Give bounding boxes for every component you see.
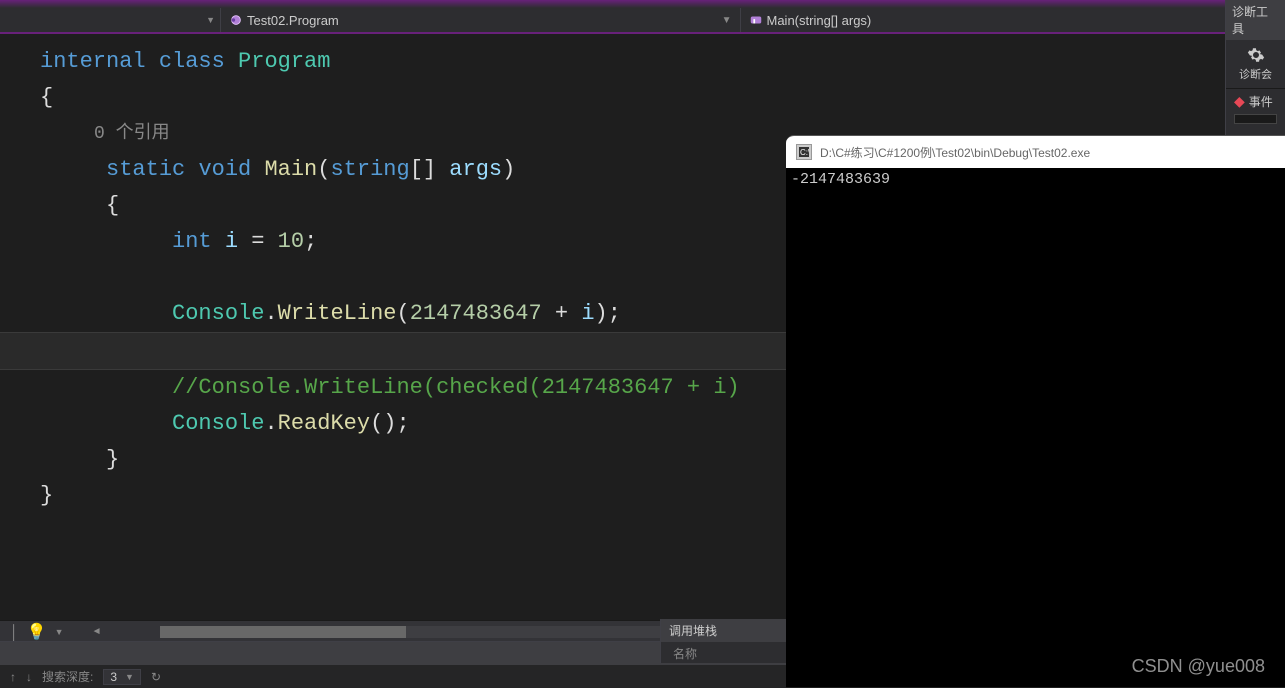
type-console: Console — [172, 301, 264, 326]
diagnostics-title: 诊断工具 — [1226, 0, 1285, 40]
class-icon — [229, 13, 243, 27]
console-output: -2147483639 — [786, 168, 1285, 191]
code-editor[interactable]: internal class Program { 0 个引用 static vo… — [0, 34, 786, 624]
callstack-panel: 调用堆栈 名称 — [660, 619, 786, 663]
keyword-static: static — [106, 157, 185, 182]
diamond-icon: ◆ — [1234, 93, 1245, 110]
brace-open: { — [40, 85, 53, 110]
type-string: string — [330, 157, 409, 182]
method-writeline: WriteLine — [278, 301, 397, 326]
literal-10: 10 — [278, 229, 304, 254]
scrollbar-thumb[interactable] — [160, 626, 407, 638]
chevron-down-icon[interactable]: ▼ — [206, 15, 215, 25]
keyword-int: int — [172, 229, 212, 254]
callstack-title[interactable]: 调用堆栈 — [661, 619, 786, 642]
search-depth-value: 3 — [110, 670, 117, 684]
watermark: CSDN @yue008 — [1132, 656, 1265, 677]
keyword-void: void — [198, 157, 251, 182]
current-line-highlight — [0, 332, 826, 370]
chevron-down-icon: ▼ — [125, 672, 134, 682]
method-icon — [749, 13, 763, 27]
keyword-class: class — [159, 49, 225, 74]
search-depth-label: 搜索深度: — [42, 668, 93, 685]
refresh-icon[interactable]: ↻ — [151, 670, 161, 684]
type-program: Program — [238, 49, 330, 74]
method-main: Main — [264, 157, 317, 182]
method-dropdown-label: Main(string[] args) — [767, 13, 872, 28]
nav-forward-icon[interactable]: ↓ — [26, 670, 32, 684]
lightbulb-icon[interactable]: 💡 — [27, 622, 47, 642]
diagnostics-session-label: 诊断会 — [1239, 66, 1272, 82]
comment-line: //Console.WriteLine(checked(2147483647 +… — [172, 375, 740, 400]
diagnostics-panel: 诊断工具 诊断会 ◆ 事件 — [1225, 0, 1285, 135]
console-titlebar[interactable]: C:\ D:\C#练习\C#1200例\Test02\bin\Debug\Tes… — [786, 136, 1285, 168]
nav-bar: ▼ Test02.Program ▼ Main(string[] args) ▼ — [0, 8, 1285, 34]
method-dropdown[interactable]: Main(string[] args) ▼ — [740, 8, 1260, 32]
chevron-down-icon[interactable]: ▼ — [55, 627, 64, 637]
literal-maxint: 2147483647 — [410, 301, 542, 326]
gear-icon[interactable] — [1247, 46, 1265, 64]
callstack-column-name: 名称 — [661, 642, 786, 665]
class-dropdown[interactable]: Test02.Program ▼ — [220, 8, 740, 32]
codelens-references[interactable]: 0 个引用 — [94, 124, 170, 144]
scroll-left-icon[interactable]: ◄ — [92, 626, 102, 637]
divider-icon: │ — [10, 624, 19, 640]
console-title-text: D:\C#练习\C#1200例\Test02\bin\Debug\Test02.… — [820, 144, 1090, 161]
console-app-icon: C:\ — [796, 144, 812, 160]
var-i: i — [225, 229, 238, 254]
events-label: 事件 — [1249, 93, 1273, 110]
search-depth-input[interactable]: 3 ▼ — [103, 669, 141, 685]
console-window[interactable]: C:\ D:\C#练习\C#1200例\Test02\bin\Debug\Tes… — [786, 135, 1285, 687]
param-args: args — [449, 157, 502, 182]
console-output-line: -2147483639 — [791, 171, 890, 188]
chevron-down-icon: ▼ — [722, 15, 732, 26]
method-readkey: ReadKey — [278, 411, 370, 436]
nav-back-icon[interactable]: ↑ — [10, 670, 16, 684]
title-bar: ▼ ✿ — [0, 0, 1285, 8]
keyword-internal: internal — [40, 49, 146, 74]
class-dropdown-label: Test02.Program — [247, 13, 339, 28]
svg-text:C:\: C:\ — [800, 148, 809, 157]
